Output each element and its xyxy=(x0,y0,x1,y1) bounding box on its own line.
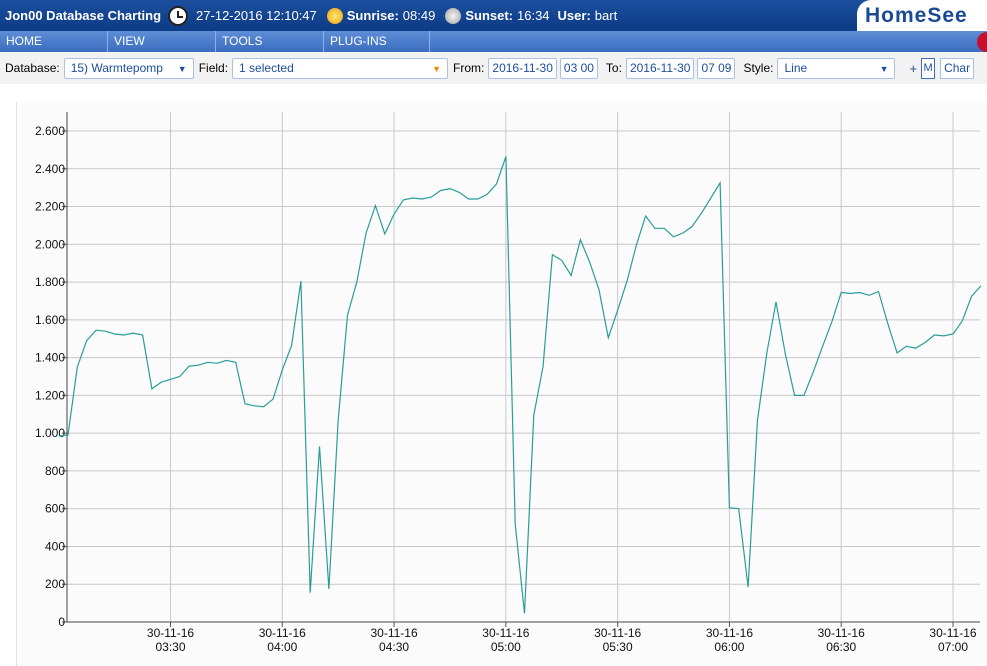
x-tick-time: 06:00 xyxy=(714,640,744,654)
y-tick-label: 1.600 xyxy=(35,313,65,327)
x-tick-date: 30-11-16 xyxy=(482,626,529,640)
series-line xyxy=(58,156,982,614)
y-tick-label: 1.000 xyxy=(35,426,65,440)
x-tick-date: 30-11-16 xyxy=(147,626,194,640)
y-tick-label: 2.600 xyxy=(35,124,65,138)
y-tick-label: 1.200 xyxy=(35,388,65,402)
y-tick-label: 1.800 xyxy=(35,275,65,289)
x-tick-date: 30-11-16 xyxy=(594,626,641,640)
y-tick-label: 400 xyxy=(45,539,65,553)
x-tick-date: 30-11-16 xyxy=(370,626,417,640)
line-chart: 0 200 400 600 800 1.000 1.200 1.400 1.600 1.800 2.… xyxy=(35,112,982,654)
chart-series xyxy=(58,156,982,614)
x-tick-date: 30-11-16 xyxy=(706,626,753,640)
x-tick-date: 30-11-16 xyxy=(259,626,306,640)
y-tick-label: 800 xyxy=(45,464,65,478)
x-tick-date: 30-11-16 xyxy=(929,626,976,640)
y-tick-label: 2.200 xyxy=(35,200,65,214)
y-tick-label: 0 xyxy=(58,615,65,629)
x-tick-time: 05:30 xyxy=(603,640,633,654)
x-tick-time: 05:00 xyxy=(491,640,521,654)
chart-grid xyxy=(67,112,980,623)
y-tick-label: 2.400 xyxy=(35,162,65,176)
y-tick-label: 1.400 xyxy=(35,351,65,365)
x-axis: 30-11-1603:3030-11-1604:0030-11-1604:303… xyxy=(67,621,980,654)
y-tick-label: 600 xyxy=(45,502,65,516)
x-tick-time: 04:00 xyxy=(267,640,297,654)
y-tick-label: 2.000 xyxy=(35,237,65,251)
x-tick-time: 03:30 xyxy=(155,640,185,654)
x-tick-time: 04:30 xyxy=(379,640,409,654)
y-tick-label: 200 xyxy=(45,577,65,591)
x-tick-time: 06:30 xyxy=(826,640,856,654)
x-tick-time: 07:00 xyxy=(938,640,968,654)
x-tick-date: 30-11-16 xyxy=(818,626,865,640)
y-axis: 0 200 400 600 800 1.000 1.200 1.400 1.600 1.800 2.… xyxy=(35,112,68,629)
